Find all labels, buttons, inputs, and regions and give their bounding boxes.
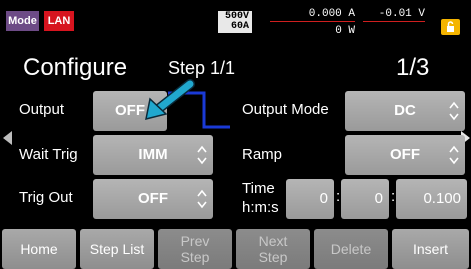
- time-separator: :: [336, 188, 341, 205]
- time-seconds-input[interactable]: 0.100: [396, 179, 467, 219]
- time-label-line2: h:m:s: [242, 199, 279, 216]
- next-step-line1: Next: [258, 233, 288, 249]
- next-step-button[interactable]: Next Step: [236, 229, 310, 269]
- soft-key-bar: Home Step List Prev Step Next Step Delete …: [0, 229, 471, 269]
- home-button[interactable]: Home: [2, 229, 76, 269]
- time-minutes-input[interactable]: 0: [341, 179, 389, 219]
- trig-out-select[interactable]: OFF: [93, 179, 213, 219]
- output-button[interactable]: OFF: [93, 91, 167, 131]
- insert-button[interactable]: Insert: [392, 229, 469, 269]
- limits-box: 500V 60A: [218, 11, 252, 33]
- spinner-icon: [197, 145, 207, 165]
- current-limit: 60A: [230, 21, 249, 32]
- page-prev-arrow-icon[interactable]: [3, 131, 12, 145]
- spinner-icon: [449, 101, 459, 121]
- time-label-line1: Time: [242, 180, 275, 197]
- output-mode-select[interactable]: DC: [345, 91, 465, 131]
- spinner-icon: [197, 189, 207, 209]
- output-label: Output: [19, 101, 65, 118]
- annotation-line: [168, 91, 230, 129]
- wait-trig-value: IMM: [138, 146, 168, 163]
- power-reading: 0 W: [335, 25, 355, 37]
- delete-button[interactable]: Delete: [314, 229, 388, 269]
- lan-badge[interactable]: LAN: [44, 11, 74, 31]
- trig-out-label: Trig Out: [19, 189, 73, 206]
- current-reading: 0.000 A: [270, 8, 355, 22]
- spinner-icon: [449, 145, 459, 165]
- status-bar: Mode LAN 500V 60A 0.000 A -0.01 V 0 W: [0, 0, 471, 38]
- step-indicator: Step 1/1: [168, 58, 236, 78]
- wait-trig-label: Wait Trig: [19, 146, 78, 163]
- time-hours-input[interactable]: 0: [286, 179, 334, 219]
- step-list-button[interactable]: Step List: [80, 229, 154, 269]
- time-label: Time h:m:s: [242, 179, 279, 217]
- lock-icon[interactable]: [441, 19, 460, 35]
- mode-badge[interactable]: Mode: [6, 11, 39, 31]
- ramp-label: Ramp: [242, 146, 283, 163]
- page-indicator: 1/3: [396, 54, 430, 81]
- prev-step-line2: Step: [180, 249, 210, 265]
- next-step-line2: Step: [258, 249, 288, 265]
- output-value: OFF: [115, 102, 145, 119]
- prev-step-button[interactable]: Prev Step: [158, 229, 232, 269]
- ramp-value: OFF: [390, 146, 420, 163]
- page-title: Configure: [23, 54, 128, 81]
- time-separator: :: [391, 188, 396, 205]
- voltage-reading: -0.01 V: [363, 8, 425, 22]
- output-mode-label: Output Mode: [242, 101, 329, 118]
- output-mode-value: DC: [394, 102, 416, 119]
- trig-out-value: OFF: [138, 190, 168, 207]
- prev-step-line1: Prev: [180, 233, 210, 249]
- ramp-select[interactable]: OFF: [345, 135, 465, 175]
- wait-trig-select[interactable]: IMM: [93, 135, 213, 175]
